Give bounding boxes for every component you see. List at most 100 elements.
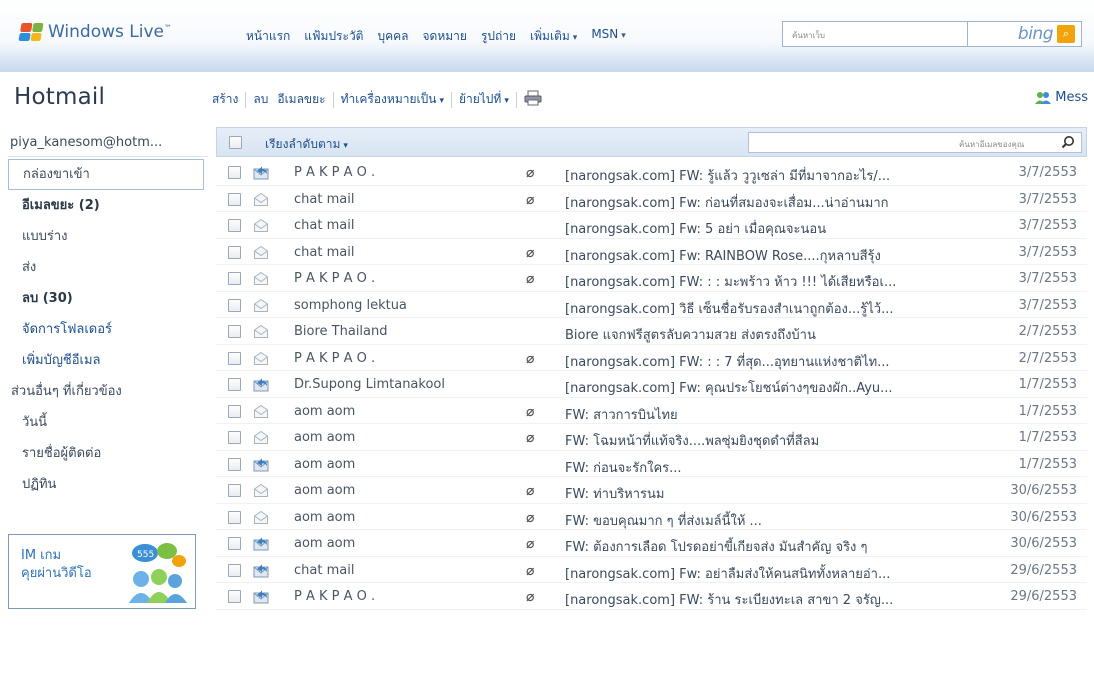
- sidebar-folder-5[interactable]: จัดการโฟลเดอร์: [8, 314, 204, 345]
- promo-line-1: IM เกม: [21, 548, 62, 563]
- mail-date: 30/6/2553: [1010, 483, 1077, 498]
- print-button[interactable]: [517, 90, 549, 109]
- replied-mail-icon: [253, 537, 269, 551]
- mail-subject[interactable]: FW: สาวการบินไทย: [565, 404, 975, 425]
- mail-subject[interactable]: [narongsak.com] Fw: 5 อย่า เมื่อคุณจะนอน: [565, 218, 975, 239]
- windows-live-logo[interactable]: Windows Live™: [18, 22, 172, 42]
- opened-mail-icon: [254, 271, 268, 285]
- row-checkbox[interactable]: [228, 325, 241, 338]
- sidebar-folder-3[interactable]: ส่ง: [8, 252, 204, 283]
- mail-row[interactable]: Biore Thailand Biore แจกฟรีสูตรลับความสวย…: [216, 318, 1087, 345]
- mail-subject[interactable]: FW: ก่อนจะรักใคร...: [565, 457, 975, 478]
- mail-row[interactable]: chat mail ⌀ [narongsak.com] Fw: ก่อนที่สมอ…: [216, 186, 1087, 213]
- account-name[interactable]: piya_kanesom@hotm...: [8, 132, 208, 157]
- mail-subject[interactable]: Biore แจกฟรีสูตรลับความสวย ส่งตรงถึงบ้าน: [565, 324, 975, 345]
- sidebar-folder-2[interactable]: แบบร่าง: [8, 221, 204, 252]
- sidebar-folder-4[interactable]: ลบ (30): [8, 283, 204, 314]
- search-go-icon[interactable]: ⌕: [1057, 25, 1075, 43]
- sidebar-related-2[interactable]: ปฏิทิน: [8, 469, 204, 500]
- mail-sender: Dr.Supong Limtanakool: [294, 377, 445, 392]
- mail-date: 2/7/2553: [1018, 324, 1077, 339]
- mail-subject[interactable]: FW: ต้องการเลือด โปรดอย่าขี้เกียจส่ง มัน…: [565, 536, 975, 557]
- row-checkbox[interactable]: [228, 457, 241, 471]
- mail-subject[interactable]: [narongsak.com] Fw: อย่าลืมส่งให้คนสนิทท…: [565, 563, 975, 584]
- delete-button[interactable]: ลบ: [246, 90, 275, 109]
- mark-as-menu[interactable]: ทำเครื่องหมายเป็น ▾: [334, 90, 451, 109]
- app-title[interactable]: Hotmail: [14, 84, 105, 110]
- sidebar-folder-0[interactable]: กล่องขาเข้า: [8, 159, 204, 190]
- mail-row[interactable]: somphong lektua [narongsak.com] วิธี เซ็น…: [216, 292, 1087, 319]
- im-promo-banner[interactable]: IM เกม คุยผ่านวิดีโอ 555: [8, 534, 196, 609]
- mail-subject[interactable]: [narongsak.com] Fw: คุณประโยชน์ต่างๆของผ…: [565, 377, 975, 398]
- move-to-menu[interactable]: ย้ายไปที่ ▾: [452, 90, 516, 109]
- mail-row[interactable]: aom aom ⌀ FW: ขอบคุณมาก ๆ ที่ส่งเมล์นี้ให้…: [216, 504, 1087, 531]
- nav-item-6[interactable]: MSN ▾: [591, 27, 625, 46]
- row-checkbox[interactable]: [228, 351, 241, 365]
- mail-row[interactable]: aom aom ⌀ FW: ต้องการเลือด โปรดอย่าขี้เกีย…: [216, 530, 1087, 557]
- mail-row[interactable]: aom aom ⌀ FW: ท่าบริหารนม 30/6/2553: [216, 477, 1087, 504]
- row-checkbox[interactable]: [228, 219, 241, 232]
- row-checkbox[interactable]: [228, 166, 241, 179]
- row-checkbox[interactable]: [228, 404, 241, 418]
- mail-row[interactable]: P A K P A O . ⌀ [narongsak.com] FW: ร้าน ร…: [216, 583, 1087, 610]
- mail-row[interactable]: P A K P A O . ⌀ [narongsak.com] FW: : : มะ…: [216, 265, 1087, 292]
- mail-row[interactable]: P A K P A O . ⌀ [narongsak.com] FW: : : 7 …: [216, 345, 1087, 372]
- row-checkbox[interactable]: [228, 590, 241, 603]
- mail-subject[interactable]: FW: ขอบคุณมาก ๆ ที่ส่งเมล์นี้ให้ ...: [565, 510, 975, 531]
- row-checkbox[interactable]: [228, 510, 241, 524]
- mail-row[interactable]: Dr.Supong Limtanakool [narongsak.com] Fw:…: [216, 371, 1087, 398]
- bing-search-button[interactable]: bing ⌕: [968, 21, 1082, 47]
- row-checkbox[interactable]: [228, 563, 241, 577]
- mail-search-input[interactable]: ค้นหาอีเมลของคุณ: [748, 132, 1082, 153]
- mail-row[interactable]: chat mail ⌀ [narongsak.com] Fw: อย่าลืมส่ง…: [216, 557, 1087, 584]
- select-all-checkbox[interactable]: [229, 136, 242, 149]
- mail-date: 2/7/2553: [1018, 350, 1077, 366]
- mail-row[interactable]: chat mail ⌀ [narongsak.com] Fw: RAINBOW Ro…: [216, 239, 1087, 266]
- row-checkbox[interactable]: [228, 484, 241, 497]
- new-button[interactable]: สร้าง: [212, 90, 245, 109]
- mail-subject[interactable]: [narongsak.com] Fw: ก่อนที่สมองจะเสื่อม.…: [565, 192, 975, 213]
- svg-text:555: 555: [137, 550, 154, 560]
- web-search-input[interactable]: ค้นหาเว็บ: [782, 21, 968, 47]
- mail-subject[interactable]: [narongsak.com] FW: รู้แล้ว วูวูเซล่า มี…: [565, 165, 975, 186]
- mail-row[interactable]: aom aom FW: ก่อนจะรักใคร... 1/7/2553: [216, 451, 1087, 478]
- mail-subject[interactable]: [narongsak.com] วิธี เซ็นชื่อรับรองสำเนา…: [565, 298, 975, 319]
- row-checkbox[interactable]: [228, 245, 241, 259]
- mail-subject[interactable]: FW: ท่าบริหารนม: [565, 483, 975, 504]
- mail-subject[interactable]: [narongsak.com] FW: : : 7 ที่สุด...อุทยา…: [565, 351, 975, 372]
- mail-subject[interactable]: [narongsak.com] Fw: RAINBOW Rose....กุหล…: [565, 245, 975, 266]
- mail-subject[interactable]: [narongsak.com] FW: : : มะพร้าว ห้าว !!!…: [565, 271, 975, 292]
- mail-row[interactable]: aom aom ⌀ FW: โฉมหน้าที่แท้จริง....พลซุ่มย…: [216, 424, 1087, 451]
- search-icon[interactable]: [1061, 135, 1075, 149]
- nav-item-3[interactable]: จดหมาย: [423, 27, 467, 46]
- messenger-button[interactable]: Mess: [1035, 90, 1088, 105]
- nav-item-1[interactable]: แฟ้มประวัติ: [304, 27, 363, 46]
- attachment-icon: ⌀: [526, 165, 535, 181]
- mail-date: 3/7/2553: [1018, 165, 1077, 180]
- nav-item-5[interactable]: เพิ่มเติม ▾: [530, 27, 577, 46]
- nav-item-4[interactable]: รูปถ่าย: [481, 27, 516, 46]
- move-to-label: ย้ายไปที่: [458, 92, 502, 106]
- junk-button[interactable]: อีเมลขยะ: [275, 90, 332, 109]
- sidebar-related-1[interactable]: รายชื่อผู้ติดต่อ: [8, 438, 204, 469]
- sidebar-folder-1[interactable]: อีเมลขยะ (2): [8, 190, 204, 221]
- row-checkbox[interactable]: [228, 378, 241, 391]
- mail-row[interactable]: chat mail [narongsak.com] Fw: 5 อย่า เมื่…: [216, 212, 1087, 239]
- mail-subject[interactable]: [narongsak.com] FW: ร้าน ระเบียงทะเล สาข…: [565, 589, 975, 610]
- sidebar-related-0[interactable]: วันนี้: [8, 407, 204, 438]
- mail-row[interactable]: P A K P A O . ⌀ [narongsak.com] FW: รู้แล้…: [216, 159, 1087, 186]
- row-checkbox[interactable]: [228, 298, 241, 312]
- nav-item-2[interactable]: บุคคล: [377, 27, 408, 46]
- mail-row[interactable]: aom aom ⌀ FW: สาวการบินไทย 1/7/2553: [216, 398, 1087, 425]
- row-checkbox[interactable]: [228, 431, 241, 444]
- row-checkbox[interactable]: [228, 272, 241, 285]
- windows-flag-icon: [18, 23, 44, 41]
- attachment-icon: ⌀: [526, 403, 535, 420]
- sort-by-menu[interactable]: เรียงลำดับตาม ▾: [265, 135, 348, 154]
- mail-subject[interactable]: FW: โฉมหน้าที่แท้จริง....พลซุ่มยิงชุดดำท…: [565, 430, 975, 451]
- chevron-down-icon: ▾: [439, 96, 444, 106]
- nav-item-0[interactable]: หน้าแรก: [246, 27, 290, 46]
- row-checkbox[interactable]: [228, 537, 241, 550]
- row-checkbox[interactable]: [228, 192, 241, 206]
- sidebar-folder-6[interactable]: เพิ่มบัญชีอีเมล: [8, 345, 204, 376]
